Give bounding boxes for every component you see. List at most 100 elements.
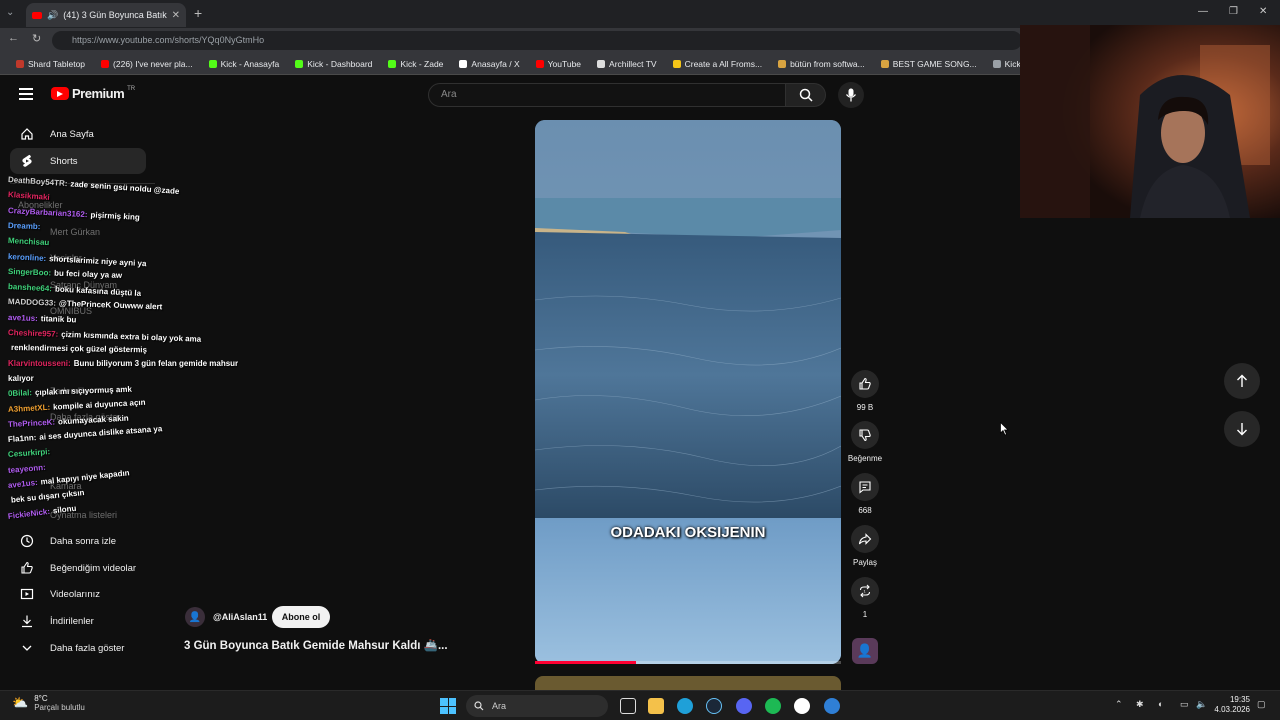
spotify-icon[interactable] <box>765 698 781 714</box>
close-tab-icon[interactable]: ✕ <box>172 10 180 21</box>
chat-username: Menchisau <box>7 236 50 248</box>
chat-username: FickieNick: <box>7 506 51 521</box>
chat-text: boku kafasına düştü la <box>54 284 142 299</box>
sidebar-item-your-videos[interactable]: Videolarınız <box>10 581 146 607</box>
like-button[interactable] <box>851 370 879 398</box>
bookmark-item[interactable]: Archillect TV <box>589 59 665 69</box>
channel-handle[interactable]: @AliAslan11 <box>213 612 267 622</box>
sidebar-item-show-more[interactable]: Daha fazla göster <box>10 635 146 661</box>
chat-message: FickieNick: silonu <box>7 503 76 520</box>
audio-playing-icon[interactable]: 🔊 <box>47 10 58 21</box>
share-button[interactable] <box>851 525 879 553</box>
task-view-icon[interactable] <box>620 698 636 714</box>
network-icon[interactable]: ▭ <box>1180 699 1189 710</box>
unreal-icon[interactable] <box>794 698 810 714</box>
tray-chevron-icon[interactable]: ⌃ <box>1115 699 1123 710</box>
comments-button[interactable] <box>851 473 879 501</box>
bookmark-item[interactable]: BEST GAME SONG... <box>873 59 985 69</box>
search-icon <box>799 88 813 102</box>
bookmark-label: (226) I've never pla... <box>113 58 193 69</box>
start-button[interactable] <box>440 698 456 714</box>
bookmark-item[interactable]: Anasayfa / X <box>451 59 527 69</box>
previous-short-button[interactable] <box>1224 363 1260 399</box>
bookmark-item[interactable]: YouTube <box>528 59 589 69</box>
reload-icon[interactable]: ↻ <box>32 32 41 45</box>
search-button[interactable] <box>786 83 826 107</box>
sidebar-item-liked-videos[interactable]: Beğendiğim videolar <box>10 555 146 581</box>
share-action: Paylaş <box>850 525 880 567</box>
tray-icon[interactable]: ✱ <box>1136 699 1144 710</box>
bookmark-item[interactable]: bütün from softwa... <box>770 59 873 69</box>
url-field[interactable]: https://www.youtube.com/shorts/YQq0NyGtm… <box>52 31 1022 50</box>
webcam-feed <box>1020 25 1280 218</box>
browser-tab-bar: ⌄ 🔊 (41) 3 Gün Boyunca Batık Gem ✕ + — ❐… <box>0 0 1280 28</box>
hamburger-menu-icon[interactable] <box>19 88 33 100</box>
back-icon[interactable]: ← <box>8 32 19 44</box>
chat-username: banshee64: <box>7 282 53 294</box>
dislike-button[interactable] <box>851 421 879 449</box>
bookmark-label: Create a All Froms... <box>684 58 763 69</box>
clock[interactable]: 19:35 4.03.2026 <box>1210 695 1250 715</box>
sound-thumbnail[interactable]: 👤 <box>852 638 878 664</box>
chat-username <box>8 496 9 505</box>
bookmark-item[interactable]: (226) I've never pla... <box>93 59 201 69</box>
youtube-logo[interactable]: Premium TR <box>51 86 135 101</box>
search-input[interactable]: Ara <box>428 83 786 107</box>
short-video-player[interactable]: ODADAKI OKSIJENIN <box>535 120 841 664</box>
volume-icon[interactable]: 🔈 <box>1196 699 1207 710</box>
weather-icon: ⛅ <box>12 695 29 710</box>
bookmark-label: Archillect TV <box>609 58 657 69</box>
tab-list-button[interactable]: ⌄ <box>6 7 20 21</box>
comment-count: 668 <box>858 506 872 515</box>
tray-icon[interactable]: ◐ <box>1158 699 1163 709</box>
bookmark-favicon-icon <box>880 59 889 68</box>
bookmark-item[interactable]: Kick - Zade <box>380 59 451 69</box>
taskbar-search[interactable]: Ara <box>466 695 608 717</box>
weather-temp: 8°C <box>34 694 48 703</box>
thumbs-down-icon <box>859 429 871 442</box>
sidebar-item-downloads[interactable]: İndirilenler <box>10 608 146 634</box>
chat-message: teayeonn: <box>8 462 49 474</box>
arrow-down-icon <box>1237 423 1247 436</box>
subscribe-button[interactable]: Abone ol <box>272 606 330 628</box>
file-explorer-icon[interactable] <box>648 698 664 714</box>
notification-icon[interactable]: ▢ <box>1257 699 1266 710</box>
browser-tab-active[interactable]: 🔊 (41) 3 Gün Boyunca Batık Gem ✕ <box>26 3 186 27</box>
chat-username: CrazyBarbarian3162: <box>7 205 88 219</box>
next-short-button[interactable] <box>1224 411 1260 447</box>
chat-text <box>52 193 53 202</box>
sidebar-item-shorts[interactable]: Shorts <box>10 148 146 174</box>
channel-avatar[interactable]: 👤 <box>185 607 205 627</box>
new-tab-button[interactable]: + <box>194 5 202 21</box>
comments-action: 668 <box>850 473 880 515</box>
edge-browser-icon[interactable] <box>677 698 693 714</box>
thumbs-up-icon <box>859 377 871 390</box>
voice-search-button[interactable] <box>838 82 864 108</box>
bookmark-item[interactable]: Kick - Dashboard <box>287 59 380 69</box>
chat-message: 0Bilal: çıplak mı sıçıyormuş amk <box>8 385 132 398</box>
close-window-icon[interactable]: ✕ <box>1259 6 1267 17</box>
chat-text: çizim kısmında extra bi olay yok ama <box>61 329 202 344</box>
microphone-icon <box>845 88 857 102</box>
bookmark-item[interactable]: Shard Tabletop <box>8 59 93 69</box>
app-icon[interactable] <box>824 698 840 714</box>
minimize-icon[interactable]: — <box>1198 6 1208 17</box>
bookmark-item[interactable]: Kick - Anasayfa <box>201 59 288 69</box>
like-action: 99 B <box>850 370 880 412</box>
chat-text: pişirmiş king <box>90 209 141 222</box>
like-count: 99 B <box>856 403 874 412</box>
remix-button[interactable]: 1 <box>851 577 879 605</box>
discord-icon[interactable] <box>736 698 752 714</box>
steam-icon[interactable] <box>706 698 722 714</box>
restore-icon[interactable]: ❐ <box>1229 6 1238 17</box>
sidebar-item-home[interactable]: Ana Sayfa <box>10 121 146 147</box>
weather-widget[interactable]: ⛅ 8°C Parçalı bulutlu <box>12 694 85 712</box>
video-progress-bar[interactable] <box>535 661 841 664</box>
bookmark-label: Anasayfa / X <box>471 58 520 69</box>
bookmark-item[interactable]: Create a All Froms... <box>665 59 770 69</box>
clock-time: 19:35 <box>1229 695 1250 704</box>
next-video-preview[interactable] <box>535 676 841 690</box>
chat-username: kalıyor <box>8 373 34 383</box>
chat-message: Klarvintousseni: Bunu biliyorum 3 gün fel… <box>8 359 238 368</box>
video-title[interactable]: 3 Gün Boyunca Batık Gemide Mahsur Kaldı … <box>184 638 484 652</box>
